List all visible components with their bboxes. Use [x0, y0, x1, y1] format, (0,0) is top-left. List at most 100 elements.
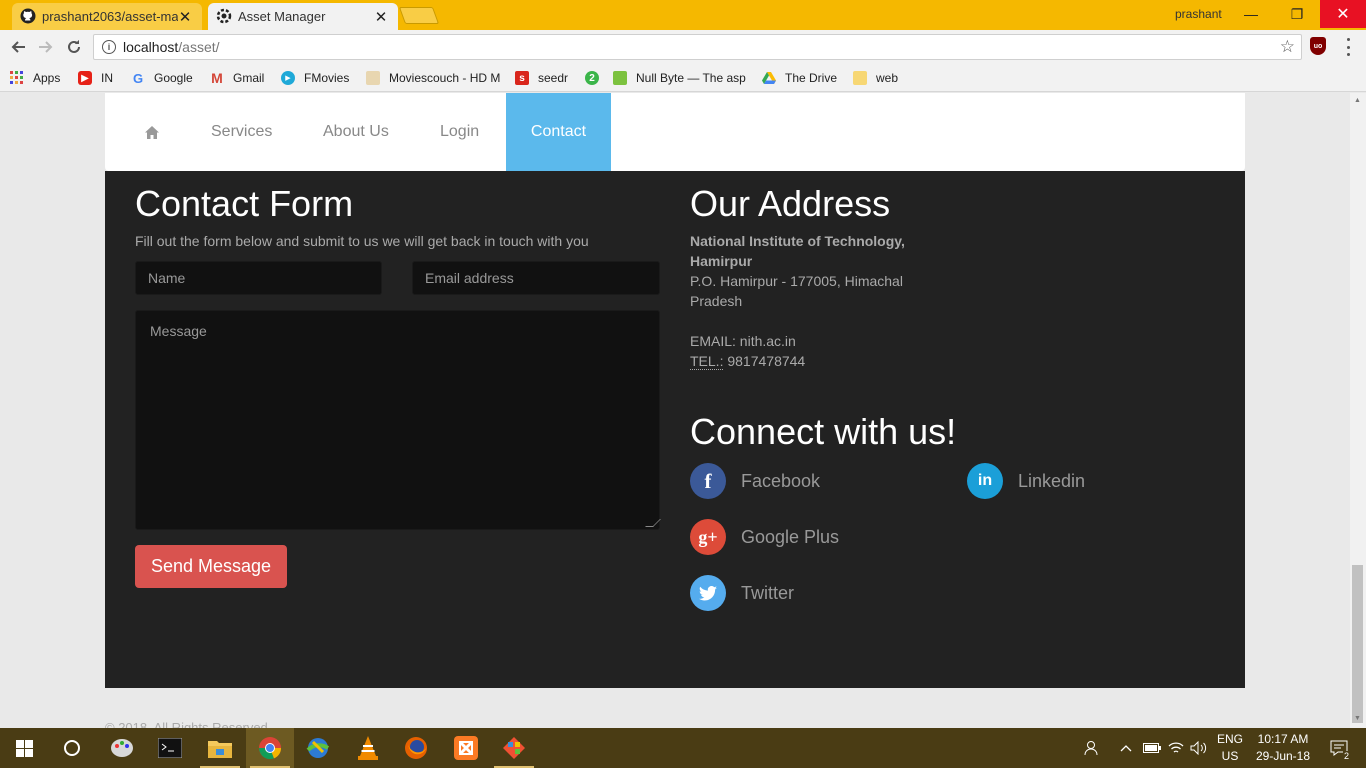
- close-window-button[interactable]: ✕: [1320, 0, 1366, 28]
- youtube-icon: ▶: [78, 71, 92, 85]
- info-icon[interactable]: i: [102, 40, 116, 54]
- bookmark-fmovies[interactable]: ▶ FMovies: [281, 70, 349, 86]
- bookmark-google[interactable]: G Google: [131, 70, 193, 86]
- bookmark-drive[interactable]: The Drive: [762, 70, 837, 86]
- message-field[interactable]: Message: [135, 310, 661, 530]
- firefox-icon[interactable]: [392, 728, 440, 768]
- notifications-icon[interactable]: 2: [1324, 728, 1354, 768]
- url-host: localhost: [123, 39, 179, 55]
- minimize-button[interactable]: —: [1228, 0, 1274, 28]
- bookmark-label: Apps: [33, 71, 61, 85]
- contact-section: Contact Form Fill out the form below and…: [105, 171, 1245, 688]
- bookmark-label: seedr: [538, 71, 569, 85]
- bookmark-nullbyte[interactable]: Null Byte — The asp: [613, 70, 748, 86]
- profile-name[interactable]: prashant: [1175, 7, 1222, 21]
- back-icon[interactable]: [6, 35, 30, 59]
- cortana-icon[interactable]: [48, 728, 96, 768]
- volume-icon[interactable]: [1190, 728, 1208, 768]
- connect-title: Connect with us!: [690, 411, 957, 452]
- bookmark-label: Gmail: [233, 71, 265, 85]
- browser-tab-github[interactable]: prashant2063/asset-man ✕: [12, 3, 202, 30]
- send-message-button[interactable]: Send Message: [135, 545, 287, 588]
- paint-icon[interactable]: [98, 728, 146, 768]
- file-explorer-icon[interactable]: [196, 728, 244, 768]
- bookmark-label: web: [876, 71, 899, 85]
- nav-contact[interactable]: Contact: [506, 93, 611, 171]
- notification-count: 2: [1342, 751, 1350, 761]
- email-label: EMAIL:: [690, 333, 736, 349]
- clock-time: 10:17 AM: [1257, 732, 1309, 746]
- email-line: EMAIL: nith.ac.in: [690, 331, 930, 351]
- scroll-up-icon[interactable]: ▲: [1354, 97, 1361, 104]
- resize-grip-icon[interactable]: [645, 519, 661, 527]
- tab-close-icon[interactable]: ✕: [374, 8, 388, 26]
- nav-about-us[interactable]: About Us: [323, 93, 389, 171]
- bookmark-label: Moviescouch - HD M: [389, 71, 501, 85]
- tel-value: 9817478744: [727, 353, 806, 369]
- bookmark-in[interactable]: ▶ IN: [78, 70, 113, 86]
- browser-tab-asset-manager[interactable]: Asset Manager ✕: [208, 3, 398, 30]
- xampp-icon[interactable]: [442, 728, 490, 768]
- browser-tabstrip: prashant2063/asset-man ✕ Asset Manager ✕…: [0, 0, 1366, 30]
- tab-close-icon[interactable]: ✕: [178, 8, 192, 26]
- windows-taskbar: ENG US 10:17 AM 29-Jun-18 2: [0, 728, 1366, 768]
- vlc-icon[interactable]: [344, 728, 392, 768]
- bookmarks-bar: Apps ▶ IN G Google M Gmail ▶ FMovies Mov…: [0, 64, 1366, 92]
- git-icon[interactable]: [490, 728, 538, 768]
- fmovies-icon: ▶: [281, 71, 295, 85]
- browser-toolbar: i localhost/asset/ ☆ uo: [0, 30, 1366, 64]
- people-icon[interactable]: [1084, 728, 1100, 768]
- gmail-icon: M: [211, 70, 223, 86]
- new-tab-button[interactable]: [398, 7, 440, 24]
- page-scrollbar[interactable]: ▲ ▼: [1350, 93, 1366, 728]
- social-link-twitter[interactable]: Twitter: [690, 575, 794, 611]
- social-label: Facebook: [741, 470, 821, 491]
- address-line-2: Pradesh: [690, 293, 743, 309]
- scrollbar-thumb[interactable]: [1352, 565, 1363, 723]
- google-drive-icon: [762, 71, 776, 85]
- menu-icon[interactable]: [1340, 38, 1356, 56]
- ublock-icon[interactable]: uo: [1310, 37, 1326, 55]
- google-plus-icon: g+: [690, 519, 726, 555]
- bookmark-web[interactable]: web: [853, 70, 898, 86]
- social-link-facebook[interactable]: f Facebook: [690, 463, 820, 499]
- asset-favicon: [216, 8, 232, 24]
- taskbar-clock[interactable]: 10:17 AM 29-Jun-18: [1248, 731, 1318, 765]
- chrome-icon[interactable]: [246, 728, 294, 768]
- region-code: US: [1221, 749, 1239, 763]
- terminal-icon[interactable]: [146, 728, 194, 768]
- org-line-1: National Institute of Technology,: [690, 233, 905, 249]
- bookmark-star-icon[interactable]: ☆: [1280, 37, 1295, 57]
- start-icon[interactable]: [0, 728, 48, 768]
- name-field[interactable]: Name: [135, 261, 382, 295]
- bookmark-gmail[interactable]: M Gmail: [210, 70, 264, 86]
- scroll-down-icon[interactable]: ▼: [1354, 715, 1361, 722]
- bookmark-apps[interactable]: Apps: [10, 70, 60, 86]
- email-field[interactable]: Email address: [412, 261, 660, 295]
- facebook-icon: f: [690, 463, 726, 499]
- tel-line: TEL.: 9817478744: [690, 351, 930, 371]
- nav-home[interactable]: [145, 93, 159, 171]
- bookmark-badge[interactable]: 2: [585, 70, 608, 86]
- nav-services[interactable]: Services: [211, 93, 272, 171]
- tray-chevron-up-icon[interactable]: [1120, 728, 1132, 768]
- restore-button[interactable]: ❐: [1274, 0, 1320, 28]
- social-label: Google Plus: [741, 526, 840, 547]
- bookmark-moviescouch[interactable]: Moviescouch - HD M: [366, 70, 501, 86]
- idm-icon[interactable]: [294, 728, 342, 768]
- nullbyte-icon: [613, 71, 627, 85]
- nav-login[interactable]: Login: [440, 93, 479, 171]
- folder-icon: [853, 71, 867, 85]
- reload-icon[interactable]: [62, 35, 86, 59]
- bookmark-label: Google: [154, 71, 193, 85]
- bookmark-seedr[interactable]: s seedr: [515, 70, 568, 86]
- forward-icon[interactable]: [34, 35, 58, 59]
- home-icon: [145, 125, 159, 139]
- wifi-icon[interactable]: [1168, 728, 1184, 768]
- moviescouch-icon: [366, 71, 380, 85]
- social-link-google-plus[interactable]: g+ Google Plus: [690, 519, 839, 555]
- social-link-linkedin[interactable]: in Linkedin: [967, 463, 1085, 499]
- input-language[interactable]: ENG US: [1212, 731, 1248, 765]
- battery-icon[interactable]: [1143, 728, 1161, 768]
- address-bar[interactable]: i localhost/asset/ ☆: [93, 34, 1302, 60]
